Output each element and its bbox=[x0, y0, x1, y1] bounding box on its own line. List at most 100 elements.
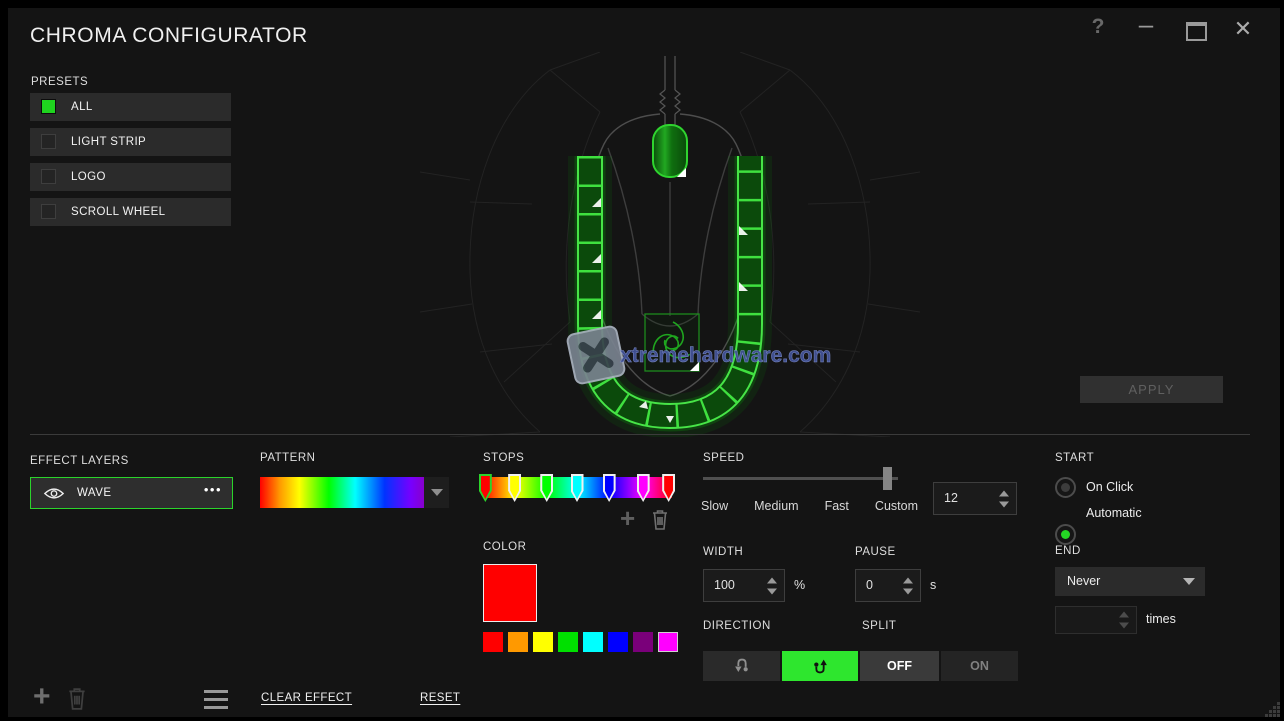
chroma-configurator-window: xtremehardware.com CHROMA CONFIGURATOR ?… bbox=[0, 0, 1284, 721]
eye-icon[interactable] bbox=[43, 487, 65, 500]
stop-color bbox=[605, 476, 614, 499]
direction-up-button[interactable] bbox=[782, 651, 858, 681]
stop-color bbox=[664, 476, 673, 499]
spinner-down-icon[interactable] bbox=[903, 588, 913, 594]
presets-label: PRESETS bbox=[31, 76, 88, 88]
pattern-dropdown-button[interactable] bbox=[424, 477, 449, 508]
preset-label: LOGO bbox=[71, 163, 106, 191]
mouse-preview: xtremehardware.com bbox=[420, 52, 920, 437]
reset-link[interactable]: RESET bbox=[420, 692, 460, 704]
checkbox-icon[interactable] bbox=[41, 204, 56, 219]
tick-medium[interactable]: Medium bbox=[754, 499, 798, 513]
pause-spinner[interactable]: 0 bbox=[855, 569, 921, 602]
stop-color bbox=[573, 476, 582, 499]
stops-label: STOPS bbox=[483, 452, 524, 464]
split-off-button[interactable]: OFF bbox=[860, 651, 939, 681]
direction-label: DIRECTION bbox=[703, 620, 771, 632]
palette-swatch[interactable] bbox=[558, 632, 578, 652]
preset-scroll-wheel[interactable]: SCROLL WHEEL bbox=[30, 198, 231, 226]
layer-name: WAVE bbox=[77, 478, 112, 508]
split-on-button[interactable]: ON bbox=[941, 651, 1018, 681]
mouse-zone-scroll-wheel[interactable] bbox=[653, 125, 687, 177]
layer-menu-icon[interactable]: ••• bbox=[204, 482, 222, 497]
radio-automatic[interactable] bbox=[1055, 524, 1076, 545]
palette-swatch[interactable] bbox=[533, 632, 553, 652]
stop-color bbox=[510, 476, 519, 499]
add-stop-icon[interactable]: + bbox=[620, 508, 635, 528]
spinner-down-icon[interactable] bbox=[1119, 623, 1129, 629]
window-frame bbox=[1280, 0, 1284, 721]
radio-on-click-label[interactable]: On Click bbox=[1086, 480, 1133, 494]
radio-automatic-label[interactable]: Automatic bbox=[1086, 506, 1142, 520]
speed-value: 12 bbox=[944, 483, 958, 514]
apply-button[interactable]: APPLY bbox=[1080, 376, 1223, 403]
tick-custom[interactable]: Custom bbox=[875, 499, 918, 513]
palette-swatch[interactable] bbox=[583, 632, 603, 652]
spinner-up-icon[interactable] bbox=[903, 577, 913, 583]
mouse-cable bbox=[660, 56, 680, 125]
speed-slider-handle[interactable] bbox=[883, 467, 892, 490]
spinner-down-icon[interactable] bbox=[999, 501, 1009, 507]
spinner-up-icon[interactable] bbox=[999, 490, 1009, 496]
end-label: END bbox=[1055, 545, 1081, 557]
palette-swatch[interactable] bbox=[483, 632, 503, 652]
palette-swatch[interactable] bbox=[608, 632, 628, 652]
spinner-down-icon[interactable] bbox=[767, 588, 777, 594]
times-label: times bbox=[1146, 612, 1176, 626]
gradient-stop[interactable] bbox=[662, 474, 675, 502]
menu-icon[interactable] bbox=[204, 690, 228, 714]
preset-all[interactable]: ALL bbox=[30, 93, 231, 121]
minimize-icon[interactable]: – bbox=[1133, 9, 1159, 40]
preset-logo[interactable]: LOGO bbox=[30, 163, 231, 191]
palette-swatch[interactable] bbox=[658, 632, 678, 652]
resize-grip[interactable] bbox=[1265, 702, 1280, 717]
width-spinner[interactable]: 100 bbox=[703, 569, 785, 602]
section-divider bbox=[30, 434, 1250, 435]
color-label: COLOR bbox=[483, 541, 526, 553]
gradient-stop[interactable] bbox=[540, 474, 553, 502]
radio-on-click[interactable] bbox=[1055, 477, 1076, 498]
width-label: WIDTH bbox=[703, 546, 743, 558]
help-icon[interactable]: ? bbox=[1086, 15, 1110, 39]
delete-layer-icon[interactable] bbox=[66, 687, 88, 711]
pause-value: 0 bbox=[866, 570, 873, 601]
delete-stop-icon[interactable] bbox=[650, 509, 670, 531]
speed-slider-track[interactable] bbox=[703, 477, 898, 480]
tick-slow[interactable]: Slow bbox=[701, 499, 728, 513]
checkbox-checked-icon[interactable] bbox=[41, 99, 56, 114]
pause-unit: s bbox=[930, 578, 936, 592]
preset-label: LIGHT STRIP bbox=[71, 128, 146, 156]
window-frame bbox=[0, 0, 1284, 8]
gradient-stop[interactable] bbox=[571, 474, 584, 502]
speed-value-spinner[interactable]: 12 bbox=[933, 482, 1017, 515]
preset-light-strip[interactable]: LIGHT STRIP bbox=[30, 128, 231, 156]
pattern-gradient-bar[interactable] bbox=[260, 477, 424, 508]
gradient-stop[interactable] bbox=[637, 474, 650, 502]
chevron-down-icon bbox=[1183, 578, 1195, 585]
palette-swatch[interactable] bbox=[633, 632, 653, 652]
times-spinner[interactable] bbox=[1055, 606, 1137, 634]
clear-effect-link[interactable]: CLEAR EFFECT bbox=[261, 692, 352, 704]
spinner-up-icon[interactable] bbox=[767, 577, 777, 583]
color-palette bbox=[483, 632, 683, 652]
effect-layer-wave[interactable]: WAVE ••• bbox=[30, 477, 233, 509]
palette-swatch[interactable] bbox=[508, 632, 528, 652]
maximize-icon[interactable] bbox=[1186, 22, 1207, 41]
gradient-stop[interactable] bbox=[603, 474, 616, 502]
page-title: CHROMA CONFIGURATOR bbox=[30, 24, 308, 48]
checkbox-icon[interactable] bbox=[41, 134, 56, 149]
spinner-up-icon[interactable] bbox=[1119, 612, 1129, 618]
tick-fast[interactable]: Fast bbox=[825, 499, 849, 513]
end-dropdown[interactable]: Never bbox=[1055, 567, 1205, 596]
pattern-label: PATTERN bbox=[260, 452, 315, 464]
checkbox-icon[interactable] bbox=[41, 169, 56, 184]
close-icon[interactable]: ✕ bbox=[1230, 16, 1256, 42]
current-color-swatch[interactable] bbox=[483, 564, 537, 622]
width-value: 100 bbox=[714, 570, 735, 601]
add-layer-icon[interactable]: + bbox=[33, 687, 51, 707]
window-frame bbox=[0, 0, 8, 721]
gradient-stop-selected[interactable] bbox=[479, 474, 492, 502]
direction-down-button[interactable] bbox=[703, 651, 780, 681]
screen: xtremehardware.com CHROMA CONFIGURATOR ?… bbox=[0, 0, 1284, 721]
gradient-stop[interactable] bbox=[508, 474, 521, 502]
